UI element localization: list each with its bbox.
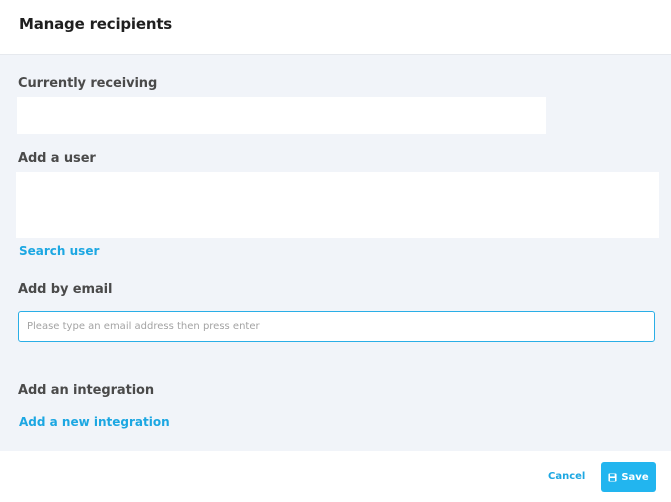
floppy-disk-icon [608, 472, 617, 482]
add-user-label: Add a user [18, 151, 96, 166]
dialog-body: Currently receiving Add a user Search us… [0, 55, 671, 451]
dialog-header: Manage recipients [0, 0, 671, 55]
currently-receiving-label: Currently receiving [18, 76, 158, 91]
dialog-footer: Cancel Save [0, 451, 671, 502]
add-user-list [16, 172, 659, 238]
save-button[interactable]: Save [601, 462, 656, 492]
add-integration-label: Add an integration [18, 383, 155, 398]
cancel-button[interactable]: Cancel [548, 471, 585, 482]
dialog-title: Manage recipients [19, 15, 173, 33]
currently-receiving-list [17, 97, 546, 134]
email-input[interactable] [18, 311, 655, 342]
save-label: Save [621, 471, 649, 483]
search-user-link[interactable]: Search user [19, 244, 99, 258]
add-by-email-label: Add by email [18, 282, 113, 297]
add-integration-link[interactable]: Add a new integration [19, 415, 170, 429]
